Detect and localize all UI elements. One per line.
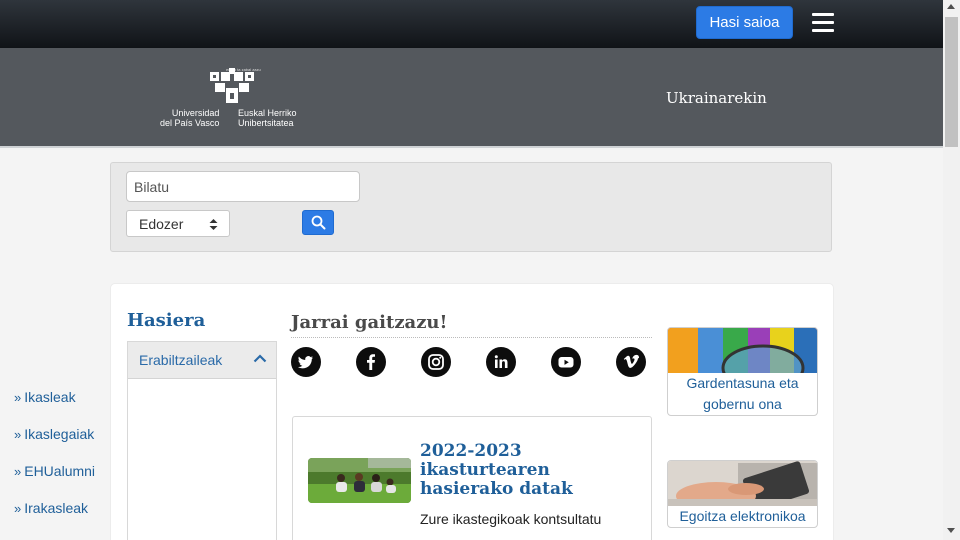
e-office-tile-label: Egoitza elektronikoa	[679, 508, 806, 524]
select-arrows-icon	[209, 219, 218, 230]
scroll-thumb[interactable]	[945, 17, 958, 147]
follow-divider	[291, 337, 652, 338]
news-subtitle: Zure ikastegikoak kontsultatu	[420, 511, 602, 527]
ukraine-link[interactable]: Ukrainarekin	[666, 89, 767, 107]
double-chevron-icon: »	[14, 501, 22, 516]
search-scope-value: Edozer	[139, 216, 184, 232]
transparency-tile-label: Gardentasuna eta gobernu ona	[686, 375, 799, 412]
login-button[interactable]: Hasi saioa	[696, 6, 793, 39]
twitter-icon[interactable]	[291, 347, 321, 377]
news-thumbnail[interactable]	[308, 458, 411, 503]
site-header: eman ta zabal zazu Universidad del País …	[0, 48, 943, 146]
users-group-header[interactable]: Erabiltzaileak	[128, 342, 276, 379]
vimeo-icon[interactable]	[616, 347, 646, 377]
transparency-tile[interactable]: Gardentasuna eta gobernu ona	[667, 327, 818, 416]
page-scrollbar[interactable]	[943, 0, 960, 540]
instagram-icon[interactable]	[421, 347, 451, 377]
search-panel: Edozer	[110, 162, 832, 252]
e-office-tile-image	[668, 461, 817, 506]
scroll-down-icon[interactable]	[947, 528, 955, 533]
search-button[interactable]	[302, 210, 334, 235]
side-nav: Erabiltzaileak	[127, 341, 277, 540]
chevron-up-icon	[253, 354, 267, 363]
follow-title: Jarrai gaitzazu!	[291, 312, 448, 333]
users-group-label: Erabiltzaileak	[139, 352, 223, 368]
search-icon	[311, 215, 326, 230]
double-chevron-icon: »	[14, 390, 22, 405]
search-scope-select[interactable]: Edozer	[126, 210, 230, 237]
university-logo[interactable]: eman ta zabal zazu Universidad del País …	[158, 66, 303, 130]
scroll-up-icon[interactable]	[947, 4, 955, 9]
sidebar-item-irakasleak[interactable]: » Irakasleak	[14, 500, 88, 516]
sidebar-item-ehualumni[interactable]: » EHUalumni	[14, 463, 95, 479]
sidebar-item-ikaslegaiak[interactable]: » Ikaslegaiak	[14, 426, 94, 442]
logo-text-spanish: Universidad del País Vasco	[160, 108, 220, 128]
facebook-icon[interactable]	[356, 347, 386, 377]
transparency-tile-image	[668, 328, 817, 373]
e-office-tile[interactable]: Egoitza elektronikoa	[667, 460, 818, 528]
linkedin-icon[interactable]	[486, 347, 516, 377]
logo-text-basque: Euskal Herriko Unibertsitatea	[238, 108, 297, 128]
news-title[interactable]: 2022-2023 ikasturtearen hasierako datak	[420, 442, 620, 499]
top-bar: Hasi saioa	[0, 0, 943, 48]
search-input[interactable]	[126, 171, 360, 202]
home-title[interactable]: Hasiera	[127, 310, 205, 331]
sidebar-item-ikasleak[interactable]: » Ikasleak	[14, 389, 76, 405]
hamburger-menu-icon[interactable]	[812, 13, 834, 33]
tree-emblem-icon	[210, 68, 254, 103]
double-chevron-icon: »	[14, 427, 22, 442]
double-chevron-icon: »	[14, 464, 22, 479]
youtube-icon[interactable]	[551, 347, 581, 377]
